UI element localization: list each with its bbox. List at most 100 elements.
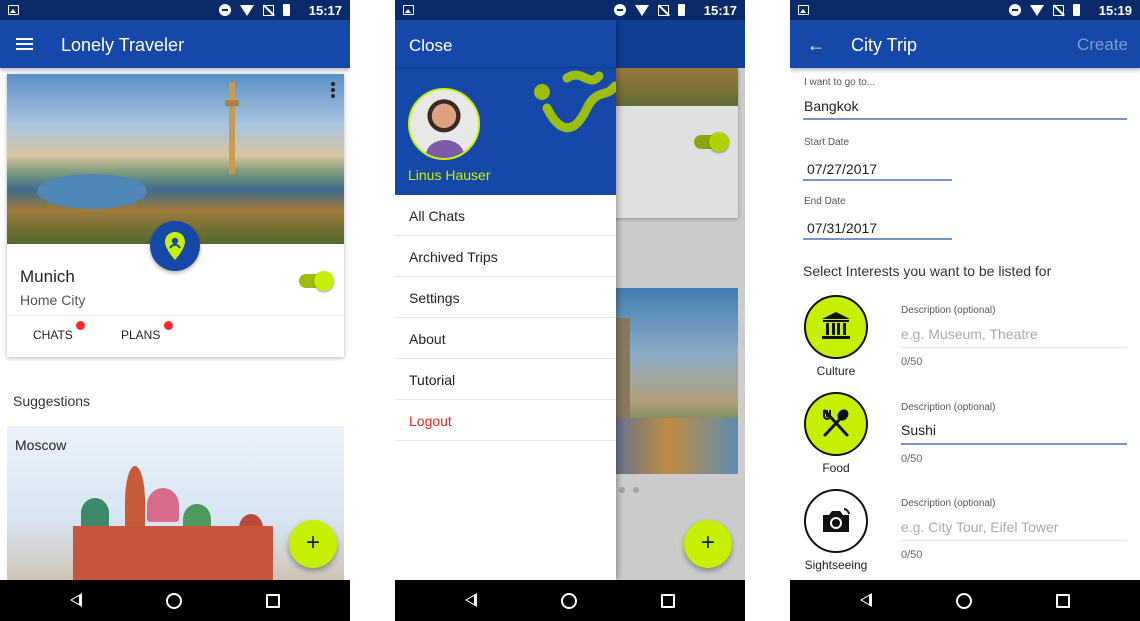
cathedral-dome (147, 488, 179, 522)
brand-graphic-icon (534, 70, 616, 133)
menu-item-archived-trips[interactable]: Archived Trips (395, 236, 616, 277)
app-bar: Lonely Traveler (0, 20, 350, 68)
plans-notification-dot (164, 321, 173, 330)
location-pin-icon[interactable] (150, 221, 200, 271)
interest-food-toggle[interactable] (804, 392, 868, 456)
nav-bar (0, 580, 350, 621)
add-fab-button[interactable]: + (684, 520, 732, 568)
battery-icon (1073, 4, 1080, 16)
sightseeing-description-label: Description (optional) (901, 498, 996, 509)
battery-icon (678, 4, 685, 16)
status-time: 15:19 (1098, 3, 1132, 18)
back-icon[interactable] (860, 593, 872, 607)
image-notification-icon (798, 5, 809, 15)
back-icon[interactable] (70, 593, 82, 607)
close-drawer-button[interactable]: Close (409, 36, 452, 56)
screen-home: 15:17 Lonely Traveler Munich Home City C… (0, 0, 350, 621)
screen-city-trip: 15:19 ← City Trip Create I want to go to… (790, 0, 1140, 621)
food-underline (901, 443, 1127, 445)
tower-shape (225, 82, 239, 174)
interest-sightseeing-toggle[interactable] (804, 489, 868, 553)
end-date-underline (803, 238, 952, 240)
culture-description-input[interactable]: e.g. Museum, Theatre (901, 326, 1038, 342)
suggestion-city-label: Moscow (15, 437, 67, 453)
no-signal-icon (1053, 4, 1064, 16)
wifi-icon (240, 4, 254, 16)
home-city-toggle[interactable] (299, 271, 334, 291)
food-char-counter: 0/50 (901, 453, 923, 465)
sightseeing-underline (901, 540, 1127, 541)
no-signal-icon (263, 4, 274, 16)
more-options-icon[interactable] (331, 82, 335, 98)
no-signal-icon (658, 4, 669, 16)
food-description-input[interactable]: Sushi (901, 422, 936, 438)
culture-underline (901, 347, 1127, 348)
menu-item-all-chats[interactable]: All Chats (395, 195, 616, 236)
culture-char-counter: 0/50 (901, 356, 923, 368)
status-bar: 15:17 (395, 0, 745, 20)
chats-button[interactable]: CHATS (33, 328, 73, 342)
app-bar: ← City Trip Create (790, 20, 1140, 68)
interest-culture-label: Culture (816, 364, 856, 378)
menu-item-settings[interactable]: Settings (395, 277, 616, 318)
divider (7, 315, 344, 316)
menu-item-about[interactable]: About (395, 318, 616, 359)
cathedral-dome (81, 498, 109, 528)
status-bar: 15:19 (790, 0, 1140, 20)
nav-bar (790, 580, 1140, 621)
wifi-icon (1030, 4, 1044, 16)
cathedral-body (73, 526, 273, 580)
interest-sightseeing-label: Sightseeing (804, 558, 868, 572)
menu-icon[interactable] (16, 38, 33, 50)
food-description-label: Description (optional) (901, 402, 996, 413)
city-subtitle: Home City (20, 292, 86, 308)
navigation-drawer: Close Linus Hauser All Chats Archived Tr… (395, 20, 616, 580)
suggestions-heading: Suggestions (13, 393, 91, 409)
menu-item-tutorial[interactable]: Tutorial (395, 359, 616, 400)
destination-label: I want to go to... (804, 77, 876, 88)
start-date-underline (803, 179, 952, 181)
home-city-card[interactable]: Munich Home City CHATS PLANS (7, 74, 344, 357)
recents-icon[interactable] (661, 594, 675, 608)
lake-shape (37, 174, 147, 209)
back-arrow-icon[interactable]: ← (807, 35, 825, 56)
add-fab-button[interactable]: + (289, 520, 337, 568)
culture-description-label: Description (optional) (901, 305, 996, 316)
image-notification-icon (8, 5, 19, 15)
wifi-icon (635, 4, 649, 16)
screen-drawer: Close Linus Hauser All Chats Archived Tr… (395, 0, 745, 621)
create-button[interactable]: Create (1077, 35, 1128, 55)
image-notification-icon (403, 5, 414, 15)
drawer-header: Close Linus Hauser (395, 20, 616, 195)
menu-item-logout[interactable]: Logout (395, 400, 616, 441)
start-date-label: Start Date (804, 137, 850, 148)
do-not-disturb-icon (219, 4, 231, 16)
back-icon[interactable] (465, 593, 477, 607)
home-icon[interactable] (956, 593, 972, 609)
nav-bar (395, 580, 745, 621)
avatar[interactable] (408, 88, 480, 160)
home-icon[interactable] (561, 593, 577, 609)
interest-food-label: Food (822, 461, 850, 475)
do-not-disturb-icon (1009, 4, 1021, 16)
recents-icon[interactable] (266, 594, 280, 608)
sightseeing-description-input[interactable]: e.g. City Tour, Eifel Tower (901, 519, 1058, 535)
home-icon[interactable] (166, 593, 182, 609)
plans-button[interactable]: PLANS (121, 328, 160, 342)
city-image (7, 74, 344, 244)
battery-icon (283, 4, 290, 16)
interest-culture-toggle[interactable] (804, 295, 868, 359)
destination-underline (803, 118, 1127, 120)
status-bar: 15:17 (0, 0, 350, 20)
status-time: 15:17 (308, 3, 342, 18)
chats-notification-dot (76, 321, 85, 330)
app-title: Lonely Traveler (61, 35, 185, 55)
end-date-label: End Date (804, 196, 846, 207)
museum-icon (822, 312, 850, 339)
page-title: City Trip (851, 35, 918, 55)
end-date-field[interactable]: 07/31/2017 (807, 220, 877, 236)
destination-field[interactable]: Bangkok (804, 98, 858, 114)
recents-icon[interactable] (1056, 594, 1070, 608)
start-date-field[interactable]: 07/27/2017 (807, 161, 877, 177)
do-not-disturb-icon (614, 4, 626, 16)
